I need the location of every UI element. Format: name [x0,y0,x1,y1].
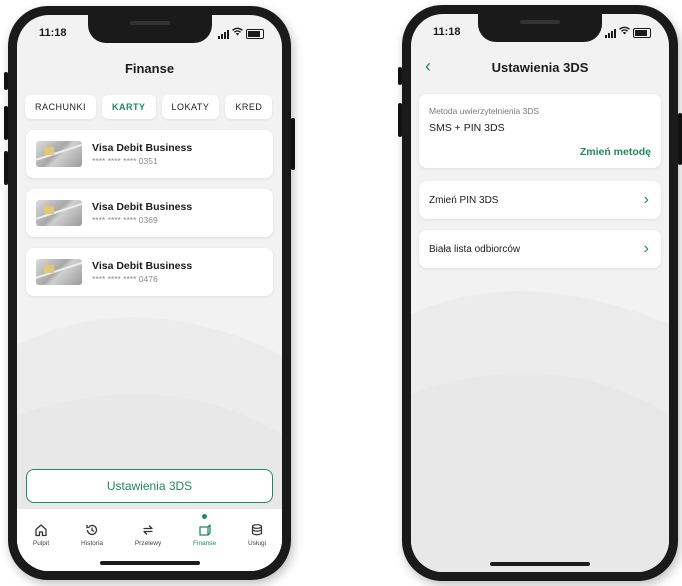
wifi-icon [619,26,630,38]
page-title: Finanse [124,61,175,76]
change-method-link[interactable]: Zmień metodę [580,146,651,158]
transfer-icon [143,525,153,535]
tab-karty[interactable]: KARTY [102,95,156,119]
home-indicator [490,562,590,566]
card-image-icon [36,141,82,167]
whitelist-label: Biała lista odbiorców [429,243,521,255]
home-icon [35,524,47,537]
card-number: **** **** **** 0369 [92,215,158,225]
tabbar-item-historia[interactable]: Historia [81,523,103,547]
finance-icon [198,524,211,536]
volume-up-button [398,103,402,137]
right-phone: 11:18 ‹ Ustawienia 3DS Metoda uwierzytel… [398,5,682,581]
product-tabs: RACHUNKI KARTY LOKATY KRED [25,95,282,119]
tabbar-item-przelewy[interactable]: Przelewy [135,523,161,547]
method-label: Metoda uwierzytelnienia 3DS [429,106,540,116]
tabbar-label: Usługi [247,540,267,547]
signal-icon [218,30,229,39]
tabbar-label: Pulpit [32,540,50,547]
card-number: **** **** **** 0351 [92,156,158,166]
card-number: **** **** **** 0476 [92,274,158,284]
change-pin-row[interactable]: Zmień PIN 3DS › [419,181,661,219]
page-title: Ustawienia 3DS [491,60,589,75]
active-indicator [202,514,208,519]
tab-rachunki[interactable]: RACHUNKI [25,95,97,119]
notch [87,15,212,43]
wifi-icon [232,27,243,39]
status-time: 11:18 [433,26,461,38]
right-screen: 11:18 ‹ Ustawienia 3DS Metoda uwierzytel… [411,14,669,572]
tabbar-label: Finanse [193,540,217,547]
whitelist-row[interactable]: Biała lista odbiorców › [419,230,661,268]
tabbar-item-finanse[interactable]: Finanse [193,514,217,547]
battery-icon [246,29,264,39]
tab-kredyty[interactable]: KRED [225,95,273,119]
card-list: Visa Debit Business **** **** **** 0351 … [26,130,273,296]
left-screen: 11:18 Finanse RACHUNKI KARTY LOKATY KRED… [17,15,282,571]
power-button [291,118,295,170]
card-name: Visa Debit Business [92,260,193,272]
card-item[interactable]: Visa Debit Business **** **** **** 0369 [26,189,273,237]
volume-down-button [4,151,8,185]
card-image-icon [36,200,82,226]
tabbar-label: Historia [80,540,104,547]
tab-lokaty[interactable]: LOKATY [161,95,220,119]
settings-3ds-button[interactable]: Ustawienia 3DS [26,469,273,503]
services-icon [251,524,263,536]
side-button [398,67,402,85]
method-value: SMS + PIN 3DS [429,122,505,134]
card-item[interactable]: Visa Debit Business **** **** **** 0351 [26,130,273,178]
status-icons [218,27,264,39]
battery-icon [633,28,651,38]
tabbar-item-pulpit[interactable]: Pulpit [33,523,49,547]
home-indicator [99,561,200,565]
status-time: 11:18 [39,27,67,39]
method-panel: Metoda uwierzytelnienia 3DS SMS + PIN 3D… [419,94,661,168]
chevron-right-icon: › [643,191,649,208]
signal-icon [605,29,616,38]
left-phone: 11:18 Finanse RACHUNKI KARTY LOKATY KRED… [4,6,295,580]
power-button [678,113,682,165]
card-name: Visa Debit Business [92,201,193,213]
card-name: Visa Debit Business [92,142,193,154]
card-image-icon [36,259,82,285]
card-item[interactable]: Visa Debit Business **** **** **** 0476 [26,248,273,296]
chevron-right-icon: › [643,240,649,257]
notch [478,14,602,42]
tabbar-item-uslugi[interactable]: Usługi [248,523,266,547]
status-icons [605,26,651,38]
tabbar-label: Przelewy [134,540,162,547]
history-icon [86,524,98,536]
side-button [4,72,8,90]
change-pin-label: Zmień PIN 3DS [429,194,499,206]
volume-up-button [4,106,8,140]
